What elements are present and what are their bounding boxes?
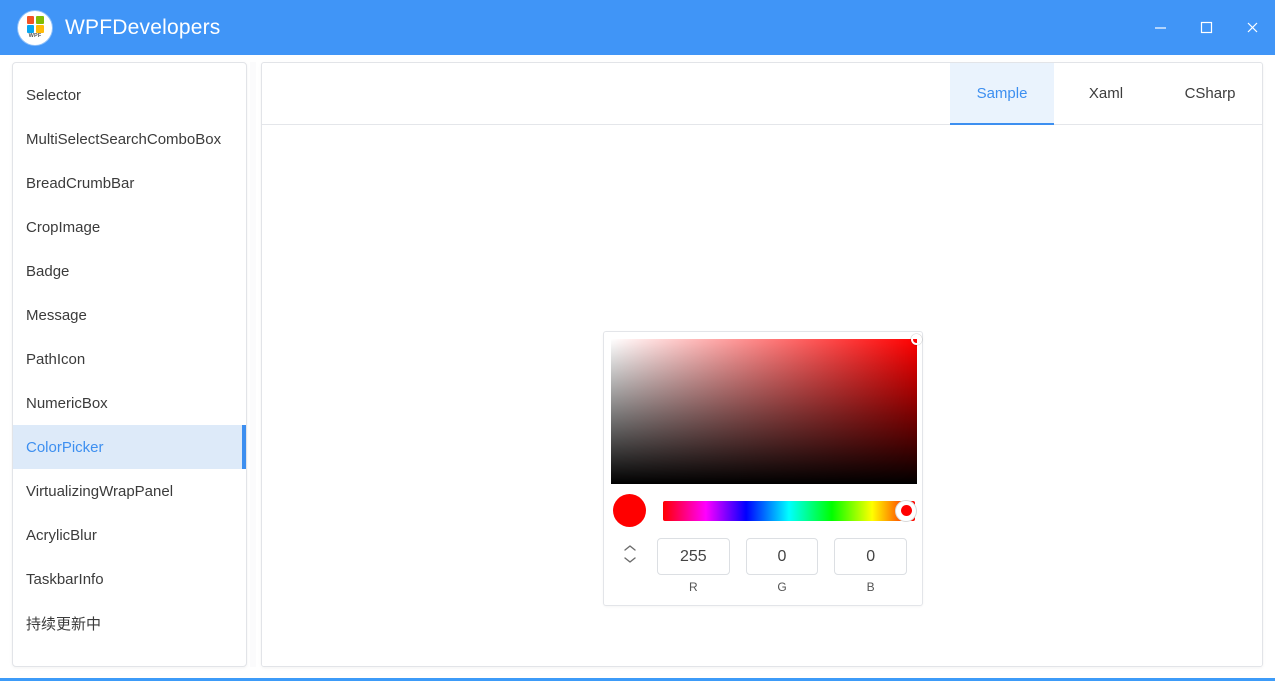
maximize-button[interactable] <box>1183 0 1229 55</box>
green-input[interactable]: 0 <box>745 538 819 575</box>
sidebar-item-label: Message <box>26 306 87 324</box>
sidebar-item-acrylicblur[interactable]: AcrylicBlur <box>13 513 246 557</box>
logo-grid <box>26 16 44 33</box>
channel-r: 255 R <box>657 538 730 594</box>
saturation-value-thumb[interactable] <box>911 334 922 345</box>
logo-tile-blue <box>26 25 35 33</box>
sidebar-item-label: MultiSelectSearchComboBox <box>26 130 222 148</box>
hue-slider-thumb[interactable] <box>895 499 917 522</box>
hue-thumb-dot <box>900 505 912 516</box>
minimize-button[interactable] <box>1137 0 1183 55</box>
sidebar-item-selector[interactable]: Selector <box>13 73 246 117</box>
content-panel: Sample Xaml CSharp 255 R 0 G 0 B <box>261 62 1263 667</box>
tab-label: Sample <box>976 85 1028 102</box>
blue-label: B <box>866 580 875 594</box>
outer-scrollbar[interactable] <box>250 62 256 667</box>
sidebar-item-colorpicker[interactable]: ColorPicker <box>13 425 246 469</box>
sidebar-item-breadcrumbbar[interactable]: BreadCrumbBar <box>13 161 246 205</box>
sidebar-item-label: Badge <box>26 262 70 280</box>
sidebar-item-label: ColorPicker <box>26 438 104 456</box>
sidebar-item-label: TaskbarInfo <box>26 570 104 588</box>
sidebar-item-label: 持续更新中 <box>26 615 102 633</box>
channel-b: 0 B <box>834 538 908 594</box>
maximize-icon <box>1200 21 1212 34</box>
sidebar-item-label: AcrylicBlur <box>26 526 97 544</box>
tab-xaml[interactable]: Xaml <box>1054 63 1158 124</box>
sidebar-item-cropimage[interactable]: CropImage <box>13 205 246 249</box>
app-logo-icon: WPF <box>18 10 52 45</box>
close-button[interactable] <box>1229 0 1275 55</box>
sidebar-item-updating[interactable]: 持续更新中 <box>13 601 246 645</box>
sidebar-item-label: VirtualizingWrapPanel <box>26 482 174 500</box>
hue-slider[interactable] <box>663 499 917 522</box>
green-label: G <box>777 580 787 594</box>
sidebar-list: Selector MultiSelectSearchComboBox Bread… <box>13 63 246 645</box>
sidebar-item-taskbarinfo[interactable]: TaskbarInfo <box>13 557 246 601</box>
saturation-value-area[interactable] <box>611 334 922 484</box>
tab-label: CSharp <box>1184 85 1236 102</box>
red-label: R <box>689 580 698 594</box>
sidebar-item-badge[interactable]: Badge <box>13 249 246 293</box>
window-controls <box>1137 0 1275 55</box>
sidebar-item-label: Selector <box>26 86 82 104</box>
app-title: WPFDevelopers <box>65 15 221 39</box>
sidebar-scrollbar[interactable] <box>240 63 246 666</box>
logo-tile-yellow <box>35 25 44 33</box>
tab-panel-sample: 255 R 0 G 0 B <box>262 125 1262 666</box>
close-icon <box>1247 22 1257 33</box>
rgb-row: 255 R 0 G 0 B <box>611 538 915 598</box>
sidebar-item-numericbox[interactable]: NumericBox <box>13 381 246 425</box>
hue-gradient-bar <box>663 500 915 521</box>
value-stepper[interactable] <box>611 538 649 564</box>
sidebar-item-label: BreadCrumbBar <box>26 174 135 192</box>
sidebar-item-multiselectsearchcombobox[interactable]: MultiSelectSearchComboBox <box>13 117 246 161</box>
color-preview-swatch <box>613 494 646 527</box>
sidebar-item-label: CropImage <box>26 218 101 236</box>
red-input[interactable]: 255 <box>657 538 730 575</box>
logo-wpf-text: WPF <box>28 33 42 39</box>
logo-tile-green <box>35 16 44 24</box>
channel-g: 0 G <box>745 538 819 594</box>
sidebar-item-label: PathIcon <box>26 350 86 368</box>
tab-sample[interactable]: Sample <box>950 63 1054 125</box>
application-window: WPF WPFDevelopers Selector MultiSelectSe… <box>0 0 1275 681</box>
minimize-icon <box>1154 27 1166 29</box>
logo-tile-red <box>26 16 35 24</box>
sidebar-item-pathicon[interactable]: PathIcon <box>13 337 246 381</box>
tab-label: Xaml <box>1088 85 1124 102</box>
sidebar-item-message[interactable]: Message <box>13 293 246 337</box>
blue-input[interactable]: 0 <box>834 538 908 575</box>
title-bar: WPF WPFDevelopers <box>0 0 1275 55</box>
tab-strip: Sample Xaml CSharp <box>262 63 1262 125</box>
sidebar-panel: Selector MultiSelectSearchComboBox Bread… <box>12 62 247 667</box>
chevron-down-icon <box>624 557 636 563</box>
app-branding: WPF WPFDevelopers <box>18 10 221 45</box>
sidebar-item-virtualizingwrappanel[interactable]: VirtualizingWrapPanel <box>13 469 246 513</box>
sidebar-item-label: NumericBox <box>26 394 108 412</box>
tab-csharp[interactable]: CSharp <box>1158 63 1262 124</box>
color-picker: 255 R 0 G 0 B <box>603 331 923 606</box>
chevron-up-icon <box>624 545 636 551</box>
hue-row <box>611 494 917 527</box>
